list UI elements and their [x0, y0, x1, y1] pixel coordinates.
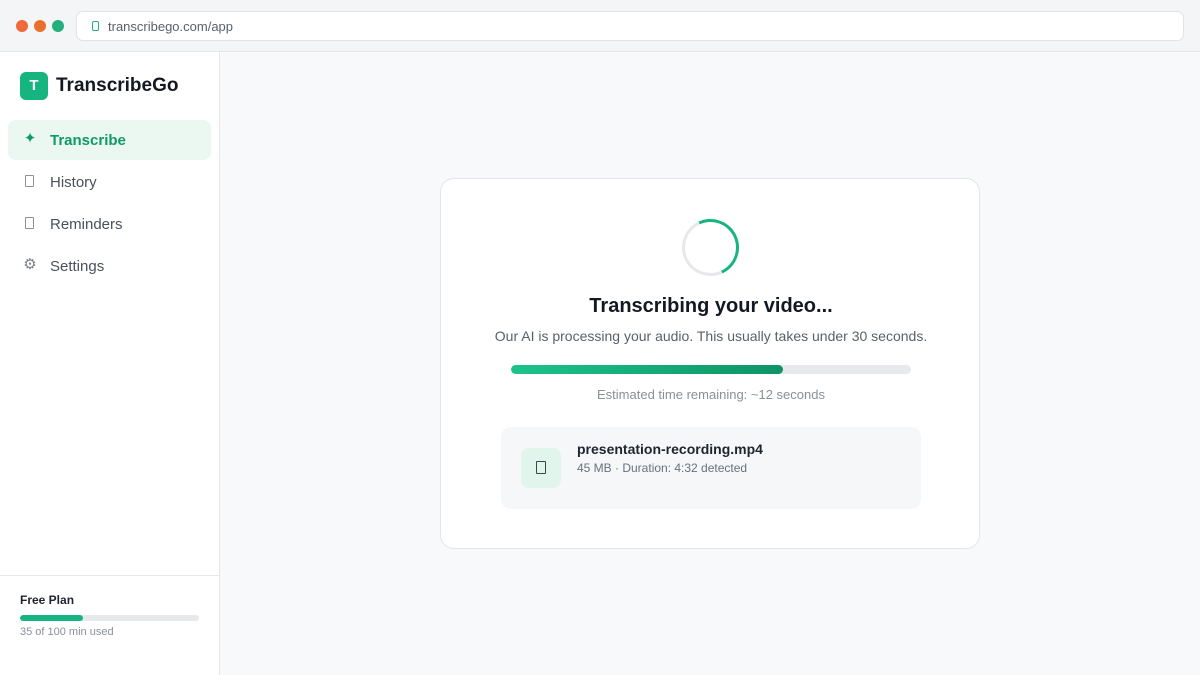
gear-icon: ⚙	[23, 256, 37, 273]
brand-logo[interactable]: T	[20, 72, 48, 100]
status-title: Transcribing your video...	[589, 295, 833, 317]
address-bar[interactable]: transcribego.com/app	[76, 11, 1184, 41]
file-meta: 45 MB · Duration: 4:32 detected	[577, 461, 748, 475]
sidebar-item-label: Reminders	[50, 216, 123, 233]
plan-usage-panel: Free Plan 35 of 100 min used	[0, 575, 219, 675]
transcription-progress-fill	[511, 365, 783, 374]
close-window-dot[interactable]	[16, 20, 28, 32]
sidebar-item-label: Settings	[50, 258, 105, 275]
sidebar-item-label: History	[50, 174, 97, 191]
sidebar-item-transcribe[interactable]: ✦ Transcribe	[8, 120, 211, 160]
status-subtitle: Our AI is processing your audio. This us…	[494, 328, 928, 344]
sidebar-item-reminders[interactable]: Reminders	[8, 204, 211, 244]
url-text: transcribego.com/app	[108, 19, 234, 34]
plan-title: Free Plan	[20, 593, 75, 607]
file-icon-badge	[521, 448, 561, 488]
sidebar-item-settings[interactable]: ⚙ Settings	[8, 246, 211, 286]
sparkle-icon: ✦	[23, 130, 37, 147]
eta-text: Estimated time remaining: ~12 seconds	[597, 387, 825, 402]
brand-name[interactable]: TranscribeGo	[56, 75, 179, 97]
sidebar-item-history[interactable]: History	[8, 162, 211, 202]
browser-chrome: transcribego.com/app	[0, 0, 1200, 52]
maximize-window-dot[interactable]	[52, 20, 64, 32]
minimize-window-dot[interactable]	[34, 20, 46, 32]
plan-usage-bar	[20, 615, 199, 621]
plan-usage-text: 35 of 100 min used	[20, 626, 114, 638]
transcription-status-card: Transcribing your video... Our AI is pro…	[440, 178, 980, 549]
reminder-icon	[25, 217, 34, 229]
history-icon	[25, 175, 34, 187]
file-info-card: presentation-recording.mp4 45 MB · Durat…	[501, 427, 921, 509]
file-icon	[536, 461, 546, 474]
sidebar: T TranscribeGo ✦ Transcribe History Remi…	[0, 52, 220, 675]
loading-spinner-icon	[673, 210, 748, 285]
sidebar-item-label: Transcribe	[50, 132, 126, 149]
transcription-progress-bar	[511, 365, 911, 374]
file-name: presentation-recording.mp4	[577, 441, 763, 457]
lock-icon	[92, 21, 99, 31]
plan-usage-fill	[20, 615, 83, 621]
